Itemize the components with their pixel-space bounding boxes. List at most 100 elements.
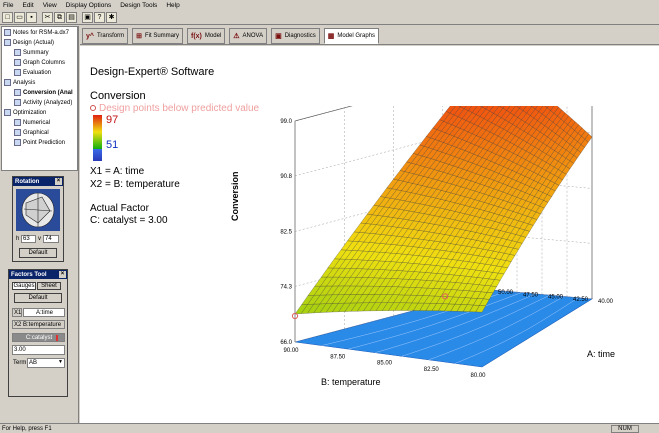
actual-factor-title: Actual Factor [90,203,149,214]
factors-default-button[interactable]: Default [14,293,62,303]
menu-bar: File Edit View Display Options Design To… [0,0,659,10]
tab-fit-summary[interactable]: ⊞ Fit Summary [132,28,183,44]
tip-icon[interactable]: ✱ [106,11,117,23]
slider-thumb[interactable] [56,335,58,341]
y-tick-label: 82.50 [424,367,440,373]
diagnostics-icon: ▣ [275,33,282,40]
model-graphs-icon: ▦ [327,33,335,40]
surface-plot[interactable]: 66.0 74.3 82.5 90.8 99.0 40.00 42.50 45.00 47.50… [220,106,650,406]
h-label: h [16,236,20,242]
close-icon[interactable]: × [55,178,62,185]
h-angle-field[interactable]: 63 [21,235,36,243]
tab-transform[interactable]: y^ Transform [82,28,129,44]
z-tick-label: 82.5 [280,229,292,235]
menu-design-tools[interactable]: Design Tools [120,2,157,9]
analysis-icon [4,79,11,86]
tree-root[interactable]: Notes for RSM-a.dx7 [4,28,69,37]
menu-view[interactable]: View [43,2,57,9]
tab-sheet[interactable]: Sheet [37,282,61,290]
status-bar: For Help, press F1 NUM [0,423,659,433]
view-tabs: y^ Transform ⊞ Fit Summary f(x) Model ⚠ ANOV… [80,27,659,45]
x2-definition: X2 = B: temperature [90,179,180,190]
rotation-title: Rotation × [13,177,63,186]
model-icon: f(x) [191,32,202,40]
tree-evaluation[interactable]: Evaluation [14,68,51,77]
design-icon [4,39,11,46]
tree-graph-columns[interactable]: Graph Columns [14,58,65,67]
menu-file[interactable]: File [3,2,13,9]
x2-factor-field[interactable]: X2 B:temperature [12,320,65,329]
tab-model[interactable]: f(x) Model [187,28,226,44]
tree-numerical[interactable]: Numerical [14,118,50,127]
menu-display-options[interactable]: Display Options [66,2,112,9]
tree-graphical[interactable]: Graphical [14,128,49,137]
z-tick-label: 66.0 [280,340,292,346]
z-tick-label: 90.8 [280,174,292,180]
x-tick-label: 42.50 [573,297,589,303]
y-axis-title: B: temperature [321,377,381,387]
y-tick-label: 80.00 [470,373,486,379]
rotation-globe-icon[interactable] [16,189,60,231]
x-tick-label: 45.00 [548,295,564,301]
save-icon[interactable]: ▪ [26,11,37,23]
legend-high-value: 97 [106,114,119,126]
color-legend-bar [93,115,102,149]
color-legend-low [93,149,102,161]
help-icon[interactable]: ? [94,11,105,23]
x-tick-label: 40.00 [598,299,614,305]
copy-icon[interactable]: ⧉ [54,11,65,23]
rotation-default-button[interactable]: Default [19,248,57,258]
anova-icon: ⚠ [233,33,240,40]
left-pane: Notes for RSM-a.dx7 Design (Actual) Summ… [0,26,79,423]
y-tick-label: 85.00 [377,361,393,367]
cut-icon[interactable]: ✂ [42,11,53,23]
x-axis-title: A: time [587,349,616,359]
x1-factor-field[interactable]: A:time [23,308,65,317]
tab-gauges[interactable]: Gauges [12,282,36,290]
catalyst-value-field[interactable]: 3.00 [12,345,65,355]
status-help-text: For Help, press F1 [2,425,52,432]
tree-point-prediction[interactable]: Point Prediction [14,138,65,147]
tree-conversion[interactable]: Conversion (Anal [14,88,73,97]
optimization-icon [4,109,11,116]
tree-activity[interactable]: Activity (Analyzed) [14,98,72,107]
activity-icon [14,99,21,106]
evaluation-icon [14,69,21,76]
z-tick-label: 99.0 [280,119,292,125]
graph-area: Design-Expert® Software Conversion Desig… [80,46,659,423]
numerical-icon [14,119,21,126]
legend-low-value: 51 [106,139,119,151]
actual-factor-value: C: catalyst = 3.00 [90,215,168,226]
graph-columns-icon [14,59,21,66]
response-label: Conversion [90,90,146,102]
tab-model-graphs[interactable]: ▦ Model Graphs [323,28,380,44]
z-tick-label: 74.3 [280,284,292,290]
y-tick-label: 90.00 [283,348,299,354]
v-angle-field[interactable]: 74 [43,235,59,243]
paste-icon[interactable]: ▤ [66,11,77,23]
conversion-icon [14,89,21,96]
y-tick-label: 87.50 [330,354,346,360]
v-label: v [38,236,41,242]
tree-design[interactable]: Design (Actual) [4,38,54,47]
design-point-icon [90,105,96,111]
transform-icon: y^ [86,32,94,40]
tree-summary[interactable]: Summary [14,48,49,57]
new-icon[interactable]: □ [2,11,13,23]
x1-definition: X1 = A: time [90,166,145,177]
tab-anova[interactable]: ⚠ ANOVA [229,28,268,44]
design-tree: Notes for RSM-a.dx7 Design (Actual) Summ… [1,26,78,171]
menu-help[interactable]: Help [166,2,179,9]
menu-edit[interactable]: Edit [22,2,33,9]
z-axis-title: Conversion [230,171,240,221]
print-icon[interactable]: ▣ [82,11,93,23]
term-select[interactable]: AB ▼ [27,358,65,368]
catalyst-slider[interactable]: C:catalyst [12,333,65,342]
tree-analysis[interactable]: Analysis [4,78,35,87]
term-label: Term [13,360,27,366]
x-tick-label: 47.50 [523,292,539,298]
open-icon[interactable]: ▭ [14,11,25,23]
tree-optimization[interactable]: Optimization [4,108,46,117]
tab-diagnostics[interactable]: ▣ Diagnostics [271,28,320,44]
close-icon[interactable]: × [59,271,66,278]
